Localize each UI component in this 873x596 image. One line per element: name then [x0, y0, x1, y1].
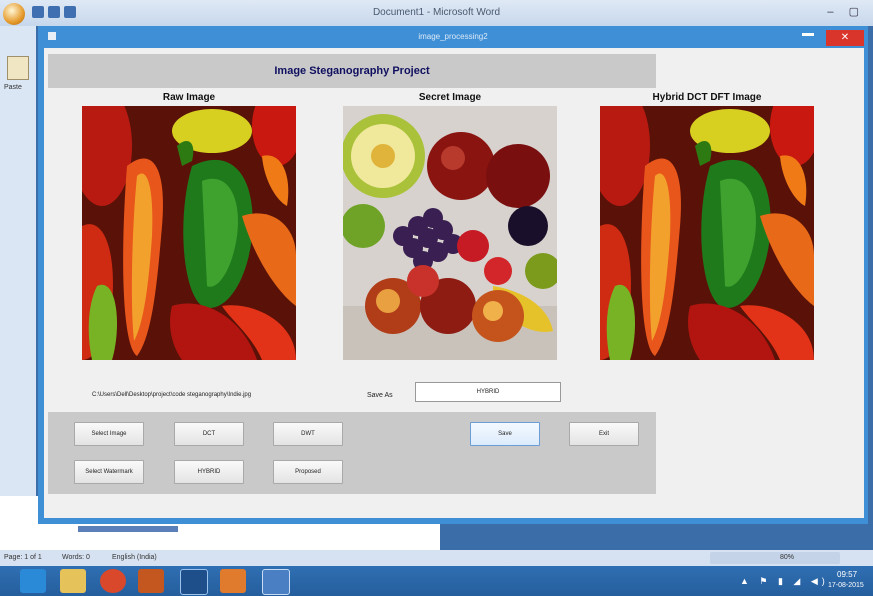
- matlab-icon[interactable]: [138, 569, 164, 593]
- figure-window-title: image_processing2: [418, 32, 488, 41]
- select-watermark-button[interactable]: Select Watermark: [74, 460, 144, 484]
- word-document-strip: [78, 526, 178, 532]
- close-button[interactable]: ✕: [826, 30, 864, 46]
- word-statusbar: Page: 1 of 1 Words: 0 English (India) 80…: [0, 550, 873, 566]
- zoom-level[interactable]: 80%: [780, 554, 794, 561]
- page-title: Image Steganography Project: [274, 65, 430, 77]
- save-as-label: Save As: [367, 392, 393, 399]
- matlab-app-icon[interactable]: [220, 569, 246, 593]
- secret-image: [343, 106, 557, 360]
- secret-image-title: Secret Image: [418, 92, 482, 103]
- raw-image-title: Raw Image: [162, 92, 216, 103]
- word-window-title: Document1 - Microsoft Word: [372, 7, 501, 18]
- status-words[interactable]: Words: 0: [62, 554, 90, 561]
- status-page[interactable]: Page: 1 of 1: [4, 554, 42, 561]
- hybrid-image: [600, 106, 814, 360]
- clock-time[interactable]: 09:57: [837, 570, 857, 579]
- internet-explorer-icon[interactable]: [20, 569, 46, 593]
- chrome-icon[interactable]: [100, 569, 126, 593]
- exit-button[interactable]: Exit: [569, 422, 639, 446]
- select-image-button[interactable]: Select Image: [74, 422, 144, 446]
- system-tray[interactable]: ▲ ⚑ ▮ ◢ ◀): [740, 576, 829, 587]
- zoom-slider[interactable]: [710, 552, 840, 564]
- hybrid-image-title: Hybrid DCT DFT Image: [652, 92, 762, 103]
- save-button[interactable]: Save: [470, 422, 540, 446]
- matlab-figure-taskbar-icon[interactable]: [180, 569, 208, 595]
- proposed-button[interactable]: Proposed: [273, 460, 343, 484]
- dct-button[interactable]: DCT: [174, 422, 244, 446]
- paste-label: Paste: [4, 84, 22, 91]
- save-as-input[interactable]: HYBRID: [415, 382, 561, 402]
- file-path-text: C:\Users\Dell\Desktop\project\code stega…: [92, 392, 252, 398]
- minimize-icon[interactable]: [802, 33, 814, 36]
- clock-date[interactable]: 17-08-2015: [828, 582, 864, 589]
- word-ribbon-strip: [0, 26, 36, 546]
- paste-icon[interactable]: [7, 56, 29, 80]
- status-language[interactable]: English (India): [112, 554, 157, 561]
- word-taskbar-icon[interactable]: [262, 569, 290, 595]
- dwt-button[interactable]: DWT: [273, 422, 343, 446]
- raw-image: [82, 106, 296, 360]
- file-explorer-icon[interactable]: [60, 569, 86, 593]
- hybrid-button[interactable]: HYBRID: [174, 460, 244, 484]
- word-window-controls[interactable]: – ▢: [827, 5, 865, 18]
